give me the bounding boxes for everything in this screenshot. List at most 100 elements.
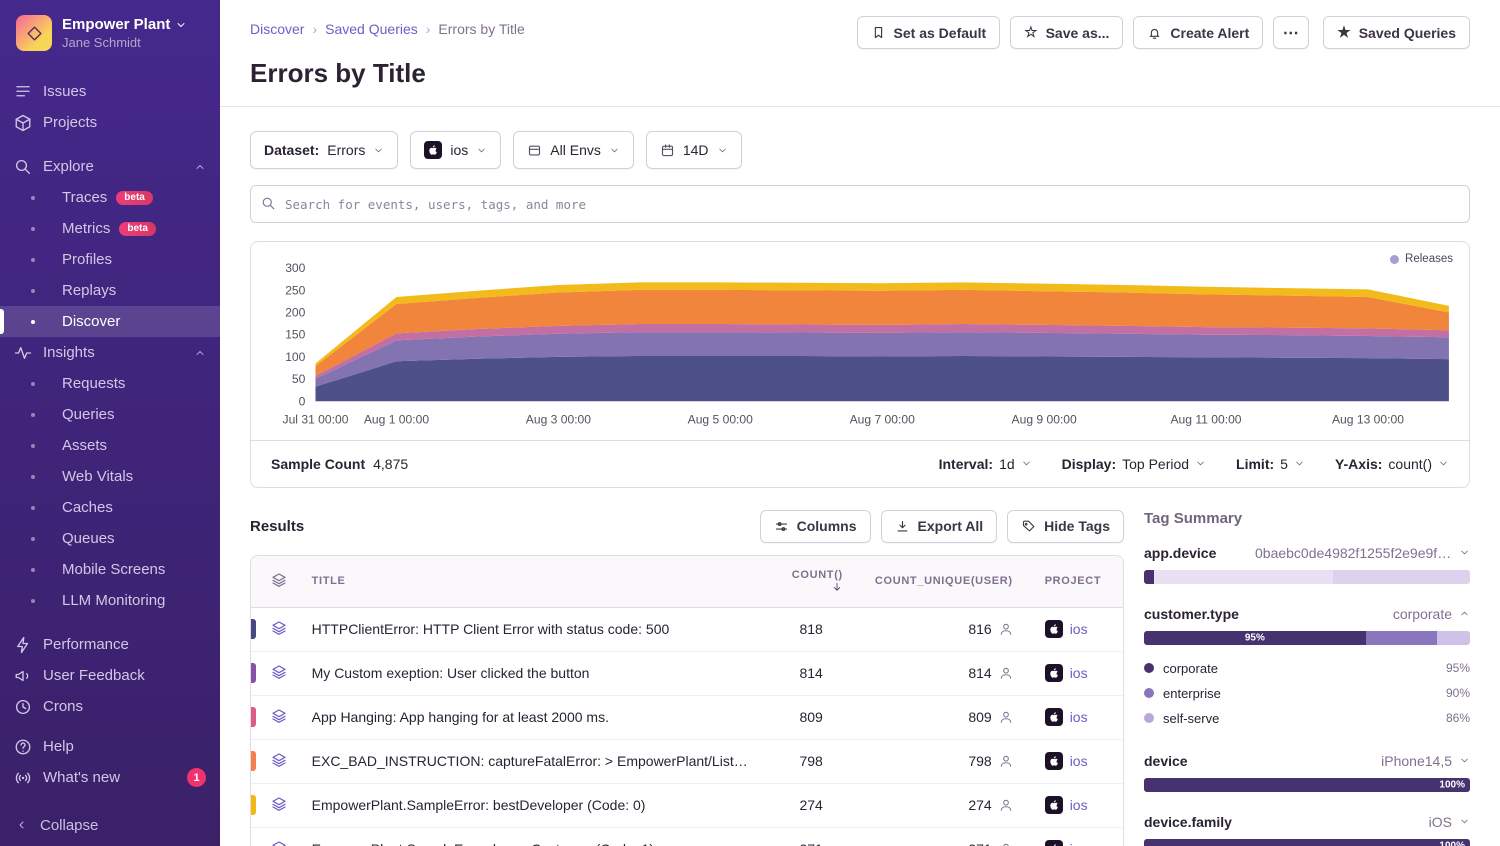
project-filter[interactable]: ios bbox=[410, 131, 501, 169]
date-range-filter[interactable]: 14D bbox=[646, 131, 742, 169]
search-input[interactable] bbox=[250, 185, 1470, 223]
sidebar-item-llm-monitoring[interactable]: LLM Monitoring bbox=[0, 585, 220, 616]
project-link[interactable]: ios bbox=[1045, 840, 1107, 846]
more-options-button[interactable]: ⋯ bbox=[1273, 16, 1309, 49]
project-link[interactable]: ios bbox=[1045, 620, 1107, 638]
create-alert-button[interactable]: Create Alert bbox=[1133, 16, 1263, 49]
table-row[interactable]: EXC_BAD_INSTRUCTION: captureFatalError: … bbox=[251, 739, 1123, 783]
sidebar-item-label: Queries bbox=[62, 406, 115, 423]
tag-value-toggle[interactable]: iOS bbox=[1429, 814, 1470, 830]
sidebar-item-queries[interactable]: Queries bbox=[0, 399, 220, 430]
tag-item[interactable]: enterprise 90% bbox=[1144, 681, 1470, 706]
set-as-default-button[interactable]: Set as Default bbox=[857, 16, 1001, 49]
table-row[interactable]: HTTPClientError: HTTP Client Error with … bbox=[251, 607, 1123, 651]
project-link[interactable]: ios bbox=[1045, 752, 1107, 770]
sidebar-item-help[interactable]: Help bbox=[0, 731, 220, 762]
sidebar-item-queues[interactable]: Queues bbox=[0, 523, 220, 554]
breadcrumb-discover[interactable]: Discover bbox=[250, 21, 304, 37]
sidebar-item-replays[interactable]: Replays bbox=[0, 275, 220, 306]
environment-filter[interactable]: All Envs bbox=[513, 131, 634, 169]
bookmark-icon bbox=[871, 25, 886, 40]
tag-distribution-bar[interactable]: 100% bbox=[1144, 839, 1470, 846]
svg-text:200: 200 bbox=[285, 306, 305, 320]
interval-select[interactable]: Interval:1d bbox=[939, 456, 1032, 472]
sidebar-item-profiles[interactable]: Profiles bbox=[0, 244, 220, 275]
legend-releases[interactable]: Releases bbox=[1390, 253, 1453, 265]
sidebar-item-traces[interactable]: Traces beta bbox=[0, 182, 220, 213]
error-title-link[interactable]: App Hanging: App hanging for at least 20… bbox=[296, 695, 764, 739]
chevron-up-icon bbox=[1459, 608, 1470, 619]
error-title-link[interactable]: EmpowerPlant.SampleError: bestDeveloper … bbox=[296, 783, 764, 827]
search-bar bbox=[250, 185, 1470, 223]
collapse-button[interactable]: Collapse bbox=[0, 804, 220, 846]
export-all-button[interactable]: Export All bbox=[881, 510, 998, 543]
sidebar: Empower Plant Jane Schmidt Issues Projec… bbox=[0, 0, 220, 846]
sidebar-item-user-feedback[interactable]: User Feedback bbox=[0, 660, 220, 691]
column-header-project[interactable]: Project bbox=[1029, 556, 1123, 608]
column-header-count-unique[interactable]: Count_unique(user) bbox=[859, 556, 1029, 608]
user-icon bbox=[999, 622, 1013, 636]
sidebar-item-performance[interactable]: Performance bbox=[0, 629, 220, 660]
table-row[interactable]: My Custom exeption: User clicked the but… bbox=[251, 651, 1123, 695]
chevron-down-icon bbox=[1294, 458, 1305, 469]
sidebar-item-mobile-screens[interactable]: Mobile Screens bbox=[0, 554, 220, 585]
tag-block-device-family: device.family iOS 100% bbox=[1144, 814, 1470, 846]
sidebar-item-crons[interactable]: Crons bbox=[0, 691, 220, 722]
limit-select[interactable]: Limit:5 bbox=[1236, 456, 1305, 472]
error-title-link[interactable]: HTTPClientError: HTTP Client Error with … bbox=[296, 607, 764, 651]
chevron-down-icon bbox=[1195, 458, 1206, 469]
tag-distribution-bar[interactable]: 100% bbox=[1144, 778, 1470, 792]
tag-item-percent: 90% bbox=[1446, 686, 1470, 700]
svg-text:100: 100 bbox=[285, 350, 305, 364]
sidebar-item-web-vitals[interactable]: Web Vitals bbox=[0, 461, 220, 492]
project-link[interactable]: ios bbox=[1045, 708, 1107, 726]
series-color-chip bbox=[251, 663, 256, 683]
tag-value-toggle[interactable]: corporate bbox=[1393, 606, 1470, 622]
tag-value-toggle[interactable]: iPhone14,5 bbox=[1381, 753, 1470, 769]
breadcrumb-saved-queries[interactable]: Saved Queries bbox=[325, 21, 418, 37]
layers-icon bbox=[271, 620, 287, 636]
tag-distribution-bar[interactable] bbox=[1144, 570, 1470, 584]
error-title-link[interactable]: EmpowerPlant.SampleError: happyCustomer … bbox=[296, 827, 764, 846]
sidebar-item-whats-new[interactable]: What's new 1 bbox=[0, 762, 220, 793]
org-switcher[interactable]: Empower Plant Jane Schmidt bbox=[0, 0, 220, 59]
table-row[interactable]: App Hanging: App hanging for at least 20… bbox=[251, 695, 1123, 739]
error-title-link[interactable]: My Custom exeption: User clicked the but… bbox=[296, 651, 764, 695]
column-header-title[interactable]: Title bbox=[296, 556, 764, 608]
sidebar-section-explore[interactable]: Explore bbox=[0, 151, 220, 182]
sidebar-item-assets[interactable]: Assets bbox=[0, 430, 220, 461]
columns-button[interactable]: Columns bbox=[760, 510, 871, 543]
error-title-link[interactable]: EXC_BAD_INSTRUCTION: captureFatalError: … bbox=[296, 739, 764, 783]
display-select[interactable]: Display:Top Period bbox=[1062, 456, 1206, 472]
help-icon bbox=[14, 738, 32, 756]
sidebar-item-caches[interactable]: Caches bbox=[0, 492, 220, 523]
column-header-count[interactable]: Count() bbox=[764, 556, 859, 608]
table-row[interactable]: EmpowerPlant.SampleError: bestDeveloper … bbox=[251, 783, 1123, 827]
hide-tags-button[interactable]: Hide Tags bbox=[1007, 510, 1124, 543]
tag-distribution-bar[interactable]: 95% bbox=[1144, 631, 1470, 645]
bullet-icon bbox=[31, 506, 35, 510]
sidebar-section-insights[interactable]: Insights bbox=[0, 337, 220, 368]
sidebar-item-label: Projects bbox=[43, 114, 97, 131]
stacked-area-chart[interactable]: 050100150200250300Jul 31 00:00Aug 1 00:0… bbox=[251, 242, 1469, 440]
chevron-left-icon bbox=[16, 819, 28, 831]
sidebar-item-issues[interactable]: Issues bbox=[0, 76, 220, 107]
sidebar-item-projects[interactable]: Projects bbox=[0, 107, 220, 138]
project-link[interactable]: ios bbox=[1045, 796, 1107, 814]
tag-item[interactable]: corporate 95% bbox=[1144, 656, 1470, 681]
table-row[interactable]: EmpowerPlant.SampleError: happyCustomer … bbox=[251, 827, 1123, 846]
tag-value-toggle[interactable]: 0baebc0de4982f1255f2e9e9fb7… bbox=[1255, 545, 1470, 561]
project-link[interactable]: ios bbox=[1045, 664, 1107, 682]
saved-queries-button[interactable]: ★ Saved Queries bbox=[1323, 16, 1470, 49]
sidebar-item-label: Requests bbox=[62, 375, 125, 392]
sort-desc-icon bbox=[831, 581, 843, 593]
sidebar-item-metrics[interactable]: Metrics beta bbox=[0, 213, 220, 244]
svg-text:300: 300 bbox=[285, 261, 305, 275]
save-as-button[interactable]: ☆ Save as... bbox=[1010, 16, 1123, 49]
sidebar-item-discover[interactable]: Discover bbox=[0, 306, 220, 337]
issues-icon bbox=[14, 83, 32, 101]
tag-item[interactable]: self-serve 86% bbox=[1144, 706, 1470, 731]
dataset-filter[interactable]: Dataset: Errors bbox=[250, 131, 398, 169]
sidebar-item-requests[interactable]: Requests bbox=[0, 368, 220, 399]
yaxis-select[interactable]: Y-Axis:count() bbox=[1335, 456, 1449, 472]
